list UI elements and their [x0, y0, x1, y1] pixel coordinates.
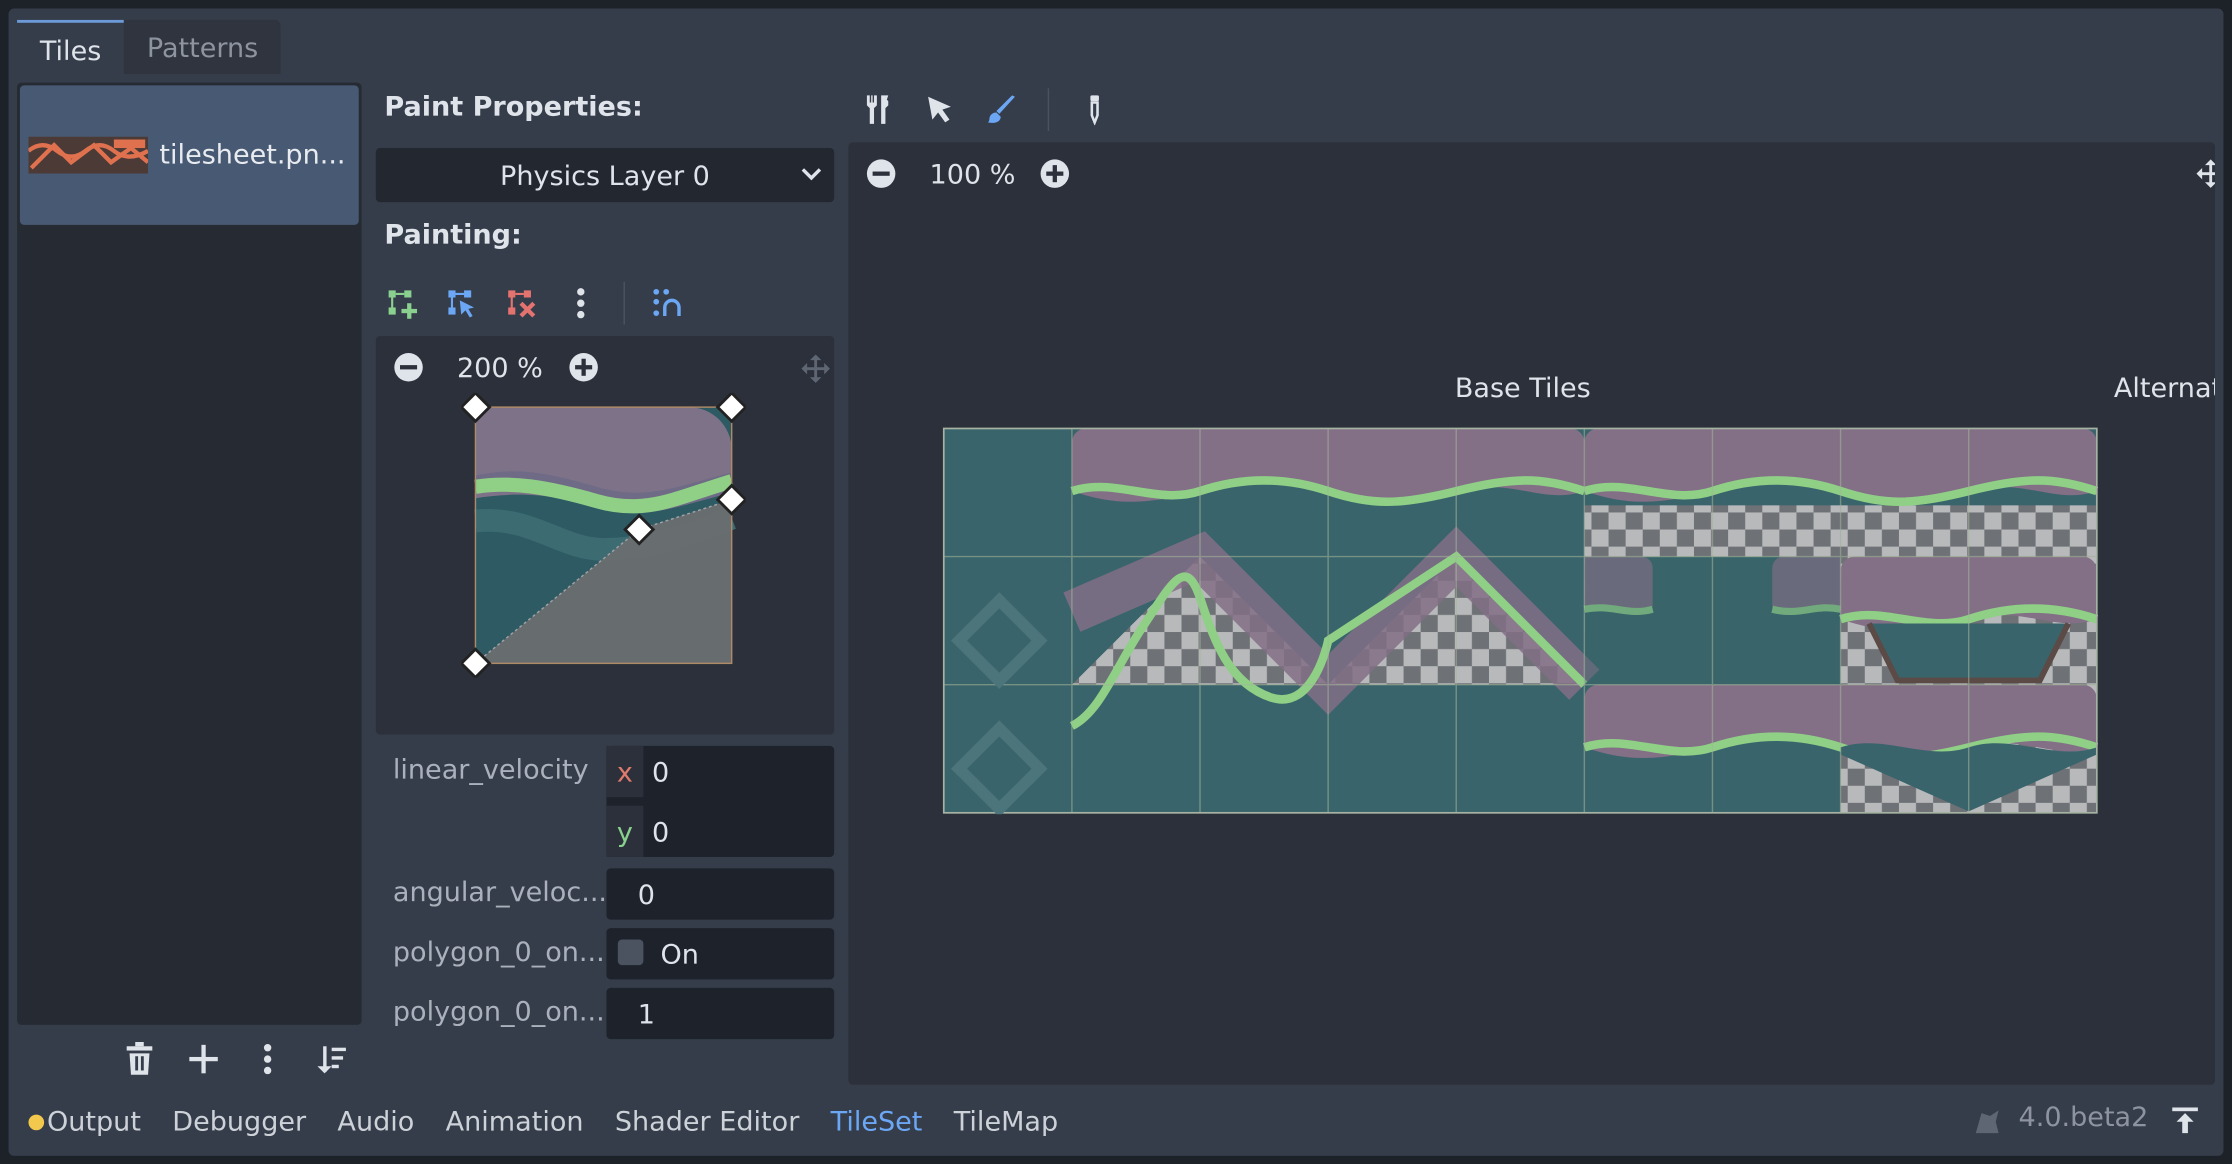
snap-toggle-button[interactable]	[651, 280, 685, 326]
tilesheet-atlas[interactable]	[942, 427, 2099, 815]
paintbrush-icon	[987, 95, 1015, 123]
edit-polygon-point-button[interactable]	[444, 280, 478, 326]
property-name-polygon-one-way-margin: polygon_0_on...	[392, 996, 605, 1028]
base-tiles-label: Base Tiles	[1454, 372, 1591, 405]
source-list[interactable]: tilesheet.pn...	[17, 82, 362, 1025]
polygon-toolbar	[384, 279, 684, 327]
bottom-tab-output[interactable]: Output	[28, 1106, 141, 1138]
source-menu-button[interactable]	[251, 1036, 285, 1082]
tab-tiles[interactable]: Tiles	[17, 19, 125, 75]
source-label: tilesheet.pn...	[159, 139, 346, 171]
one-way-checkbox-field[interactable]: On	[606, 928, 835, 980]
one-way-margin-input[interactable]: 1	[606, 987, 835, 1040]
angular-velocity-input[interactable]: 0	[606, 868, 835, 920]
atlas-zoom-level: 100 %	[929, 159, 1016, 191]
kebab-menu-icon	[263, 1043, 272, 1075]
bottom-tab-tilemap[interactable]: TileMap	[954, 1106, 1058, 1137]
chevron-down-icon	[801, 168, 822, 181]
layer-dropdown[interactable]: Physics Layer 0	[375, 148, 835, 203]
sort-icon	[317, 1046, 346, 1074]
version-label: 4.0.beta2	[2018, 1101, 2149, 1134]
linear-velocity-x-input[interactable]: 0	[652, 746, 669, 800]
property-name-linear-velocity: linear_velocity	[392, 754, 589, 786]
toolbar-separator	[1047, 88, 1050, 131]
expand-up-icon	[2172, 1107, 2198, 1134]
zoom-in-button[interactable]	[568, 352, 599, 389]
paint-tool-button[interactable]	[985, 87, 1019, 133]
eyedropper-tool-button[interactable]	[1078, 87, 1112, 133]
linear-velocity-y-input[interactable]: 0	[652, 806, 669, 860]
delete-polygon-point-button[interactable]	[504, 280, 538, 326]
atlas-zoom-in-button[interactable]	[1039, 158, 1070, 195]
polygon-menu-button[interactable]	[564, 280, 598, 326]
expand-panel-button[interactable]	[2169, 1105, 2200, 1142]
bottom-panel-tabs: Output Debugger Audio Animation Shader E…	[28, 1099, 1058, 1145]
property-name-angular-velocity: angular_veloc...	[392, 876, 608, 909]
delete-source-button[interactable]	[122, 1036, 156, 1082]
atlas-zoom-out-button[interactable]	[865, 158, 896, 195]
tab-patterns[interactable]: Patterns	[124, 19, 282, 75]
add-polygon-point-button[interactable]	[384, 280, 418, 326]
remove-point-icon	[508, 290, 536, 318]
bottom-tab-debugger[interactable]: Debugger	[172, 1106, 306, 1137]
add-point-icon	[388, 290, 418, 319]
kebab-menu-icon	[577, 288, 585, 319]
source-tabs: Tiles Patterns	[17, 19, 282, 75]
edit-point-icon	[448, 290, 475, 318]
setup-tool-button[interactable]	[860, 87, 894, 133]
tilesheet-thumbnail	[28, 136, 149, 174]
one-way-checkbox[interactable]	[617, 939, 644, 966]
zoom-level: 200 %	[456, 353, 543, 385]
layer-dropdown-value: Physics Layer 0	[500, 160, 710, 193]
eyedropper-icon	[1090, 95, 1099, 126]
zoom-out-button[interactable]	[393, 352, 424, 389]
pan-handle[interactable]	[800, 353, 831, 390]
tools-icon	[866, 95, 889, 124]
alternative-tiles-label: Alternat	[2113, 372, 2215, 405]
property-name-polygon-one-way: polygon_0_on...	[392, 936, 605, 968]
zoom-out-icon	[394, 353, 423, 382]
move-icon	[801, 354, 830, 383]
one-way-checkbox-label: On	[660, 939, 699, 971]
output-status-dot	[28, 1113, 45, 1130]
bottom-tab-animation[interactable]: Animation	[446, 1106, 584, 1137]
painting-label: Painting:	[384, 219, 522, 251]
select-tool-button[interactable]	[922, 87, 956, 133]
bottom-tab-label: Output	[46, 1106, 141, 1138]
x-axis-label: x	[606, 745, 644, 798]
list-item[interactable]: tilesheet.pn...	[19, 85, 359, 225]
zoom-in-icon	[1040, 159, 1070, 188]
godot-logo-icon	[1975, 1110, 1999, 1134]
move-icon	[2196, 159, 2215, 188]
zoom-in-icon	[569, 353, 598, 382]
source-list-toolbar	[122, 1036, 348, 1082]
y-axis-label: y	[606, 805, 644, 857]
cursor-icon	[928, 96, 951, 123]
tile-preview-canvas[interactable]	[461, 392, 746, 678]
tile-editor-toolbar	[860, 85, 1112, 133]
atlas-pan-handle[interactable]	[2195, 158, 2215, 195]
add-source-button[interactable]	[186, 1036, 220, 1082]
tile-polygon-preview[interactable]: 200 %	[375, 335, 835, 735]
linear-velocity-editor: x 0 y 0	[606, 745, 835, 860]
toolbar-separator	[623, 281, 625, 325]
bottom-tab-tileset[interactable]: TileSet	[831, 1106, 923, 1137]
sort-sources-button[interactable]	[315, 1036, 349, 1082]
bottom-tab-shader-editor[interactable]: Shader Editor	[615, 1106, 799, 1137]
trash-icon	[126, 1042, 153, 1075]
zoom-out-icon	[866, 159, 896, 188]
bottom-tab-audio[interactable]: Audio	[337, 1106, 414, 1137]
atlas-view[interactable]: 100 % Base Tiles Alternat	[848, 142, 2215, 1085]
snap-icon	[653, 288, 681, 317]
paint-properties-label: Paint Properties:	[384, 91, 643, 123]
plus-icon	[189, 1044, 218, 1074]
